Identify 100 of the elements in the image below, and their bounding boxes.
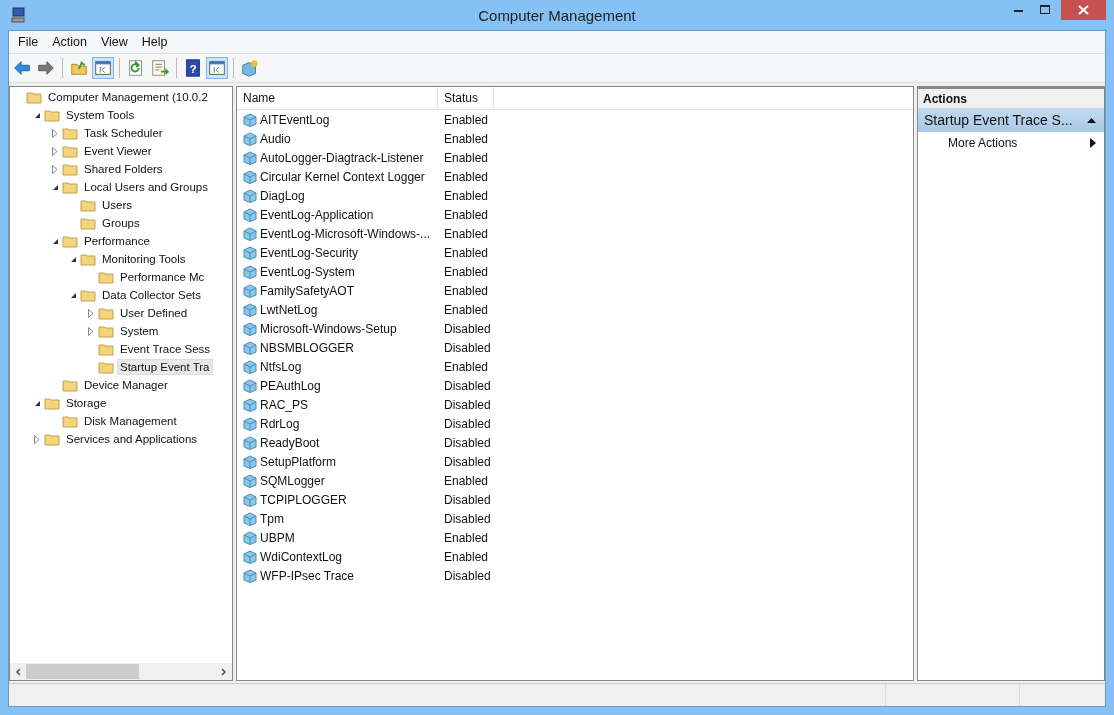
table-cell[interactable]: WdiContextLog [260, 549, 343, 564]
node-icon [80, 197, 96, 213]
table-cell[interactable]: EventLog-Application [260, 207, 374, 222]
table-cell[interactable]: RdrLog [260, 416, 300, 431]
table-cell[interactable]: AITEventLog [260, 112, 330, 127]
cube-icon [243, 549, 257, 564]
cube-icon [243, 188, 257, 203]
table-cell[interactable]: Tpm [260, 511, 284, 526]
cube-icon [243, 530, 257, 545]
table-cell[interactable]: NBSMBLOGGER [260, 340, 355, 355]
collapsed-arrow-icon[interactable] [52, 164, 58, 174]
collapse-arrow-icon[interactable] [1087, 117, 1096, 123]
submenu-arrow-icon[interactable] [1090, 138, 1096, 148]
expanded-arrow-icon[interactable] [33, 111, 41, 119]
actions-header: Actions [918, 89, 1104, 108]
table-cell-text: Enabled [443, 264, 490, 279]
cube-icon [243, 131, 257, 146]
tree-item[interactable]: System Tools [63, 107, 138, 123]
action-link[interactable]: More Actions [948, 136, 1018, 150]
column-header[interactable]: Name [237, 87, 438, 109]
scrollbar-thumb[interactable] [26, 664, 139, 679]
table-cell[interactable]: Audio [260, 131, 291, 146]
table-cell[interactable]: FamilySafetyAOT [260, 283, 355, 298]
tree-item[interactable]: Performance [81, 233, 153, 249]
table-cell[interactable]: EventLog-System [260, 264, 355, 279]
cube-icon [243, 378, 257, 393]
node-icon [44, 107, 60, 123]
tree-item[interactable]: Services and Applications [63, 431, 201, 447]
table-cell-text: Enabled [443, 549, 490, 564]
table-cell-text: Disabled [443, 492, 492, 507]
tree-item[interactable]: Device Manager [81, 377, 171, 393]
table-cell[interactable]: Circular Kernel Context Logger [260, 169, 425, 184]
table-cell-text: Enabled [443, 245, 490, 260]
pane-icon[interactable] [92, 57, 114, 79]
tree-item[interactable]: Groups [99, 215, 143, 231]
cube-icon [243, 473, 257, 488]
collapsed-arrow-icon[interactable] [88, 308, 94, 318]
menu-item[interactable]: File [11, 35, 46, 49]
collapsed-arrow-icon[interactable] [52, 146, 58, 156]
table-cell-text: Disabled [443, 568, 492, 583]
table-cell[interactable]: SQMLogger [260, 473, 325, 488]
tree-item[interactable]: Storage [63, 395, 110, 411]
table-cell[interactable]: ReadyBoot [260, 435, 320, 450]
cube-icon [243, 416, 257, 431]
collapsed-arrow-icon[interactable] [88, 326, 94, 336]
table-cell[interactable]: AutoLogger-Diagtrack-Listener [260, 150, 424, 165]
tree-item[interactable]: Disk Management [81, 413, 180, 429]
expanded-arrow-icon[interactable] [51, 237, 59, 245]
tree-item[interactable]: Local Users and Groups [81, 179, 211, 195]
export-list-icon[interactable] [149, 57, 171, 79]
expanded-arrow-icon[interactable] [69, 291, 77, 299]
table-cell[interactable]: TCPIPLOGGER [260, 492, 347, 507]
cube-icon[interactable] [239, 57, 261, 79]
table-cell[interactable]: RAC_PS [260, 397, 309, 412]
tree-item[interactable]: System [117, 323, 162, 339]
table-cell-text: Disabled [443, 378, 492, 393]
table-cell-text: Enabled [443, 169, 490, 184]
table-cell[interactable]: EventLog-Security [260, 245, 359, 260]
table-cell[interactable]: SetupPlatform [260, 454, 337, 469]
table-cell[interactable]: WFP-IPsec Trace [260, 568, 354, 583]
column-header[interactable]: Status [438, 87, 494, 109]
close-button[interactable] [1061, 0, 1106, 20]
table-cell-text: Enabled [443, 473, 490, 488]
actions-section-header[interactable]: Startup Event Trace S... [918, 108, 1104, 132]
menu-item[interactable]: Help [134, 35, 175, 49]
tree-item[interactable]: Monitoring Tools [99, 251, 189, 267]
node-icon [80, 251, 96, 267]
tree-item[interactable]: Performance Mc [117, 269, 208, 285]
tree-item[interactable]: Shared Folders [81, 161, 166, 177]
table-cell[interactable]: NtfsLog [260, 359, 302, 374]
menu-item[interactable]: Action [45, 35, 94, 49]
scroll-left-icon[interactable] [14, 666, 24, 677]
expanded-arrow-icon[interactable] [69, 255, 77, 263]
expanded-arrow-icon[interactable] [33, 399, 41, 407]
table-cell[interactable]: DiagLog [260, 188, 305, 203]
tree-item[interactable]: User Defined [117, 305, 191, 321]
table-cell[interactable]: LwtNetLog [260, 302, 318, 317]
expanded-arrow-icon[interactable] [51, 183, 59, 191]
tree-item[interactable]: Users [99, 197, 136, 213]
tree-item[interactable]: Task Scheduler [81, 125, 166, 141]
horizontal-scrollbar[interactable] [10, 663, 232, 680]
menu-item[interactable]: View [93, 35, 135, 49]
collapsed-arrow-icon[interactable] [52, 128, 58, 138]
scroll-right-icon[interactable] [218, 666, 228, 677]
table-cell[interactable]: EventLog-Microsoft-Windows-... [260, 226, 431, 241]
node-icon [98, 359, 114, 375]
table-cell[interactable]: Microsoft-Windows-Setup [260, 321, 397, 336]
tree-item[interactable]: Event Viewer [81, 143, 155, 159]
table-cell-text: Enabled [443, 359, 490, 374]
table-cell-text: Enabled [443, 302, 490, 317]
node-icon [62, 413, 78, 429]
tree-item[interactable]: Startup Event Tra [117, 359, 213, 375]
table-cell[interactable]: PEAuthLog [260, 378, 321, 393]
tree-item[interactable]: Event Trace Sess [117, 341, 214, 357]
table-cell-text: Enabled [443, 150, 490, 165]
table-cell[interactable]: UBPM [260, 530, 295, 545]
pane-icon[interactable] [206, 57, 228, 79]
tree-item[interactable]: Computer Management (10.0.2 [45, 89, 211, 105]
tree-item[interactable]: Data Collector Sets [99, 287, 205, 303]
collapsed-arrow-icon[interactable] [34, 434, 40, 444]
